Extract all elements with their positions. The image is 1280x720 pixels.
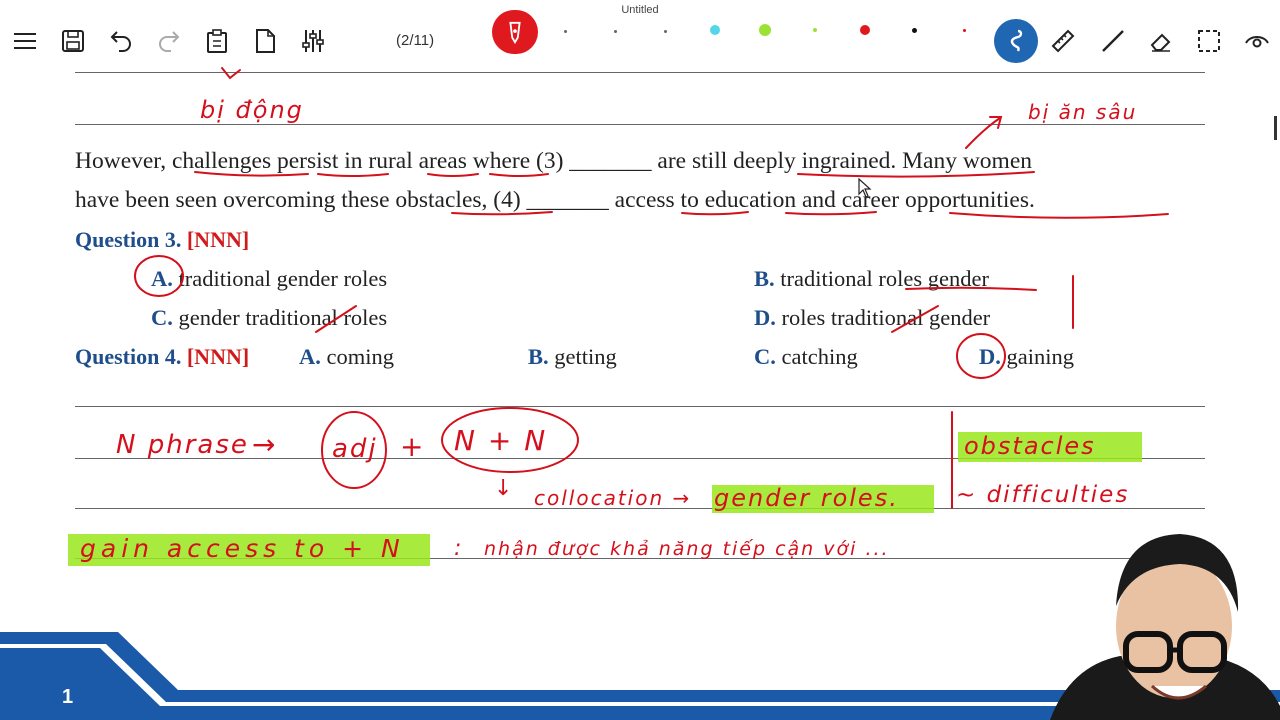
q4-option-b[interactable]: B. getting <box>528 344 617 370</box>
note-obstacles: obstacles <box>964 432 1096 460</box>
q4-option-d[interactable]: D. gaining <box>979 344 1074 370</box>
note-collocation: collocation → <box>534 486 692 510</box>
option-text: traditional roles gender <box>780 266 989 291</box>
option-letter: A. <box>299 344 321 369</box>
option-letter: B. <box>528 344 549 369</box>
window-title: Untitled <box>621 4 659 16</box>
option-text: gaining <box>1006 344 1075 369</box>
scrollbar[interactable] <box>1274 116 1277 140</box>
ruler-icon[interactable] <box>1048 26 1078 56</box>
note-meaning: nhận được khả năng tiếp cận với ... <box>484 538 890 560</box>
option-letter: D. <box>979 344 1001 369</box>
q4-option-c[interactable]: C. catching <box>754 344 858 370</box>
webcam-presenter <box>1050 534 1280 720</box>
line-icon[interactable] <box>1098 26 1128 56</box>
eraser-icon[interactable] <box>1146 26 1176 56</box>
ruled-line <box>75 406 1205 407</box>
undo-icon[interactable] <box>106 26 136 56</box>
note-bi-dong: bị động <box>200 96 304 124</box>
redo-icon[interactable] <box>154 26 184 56</box>
paste-icon[interactable] <box>202 26 232 56</box>
page-indicator: (2/11) <box>396 32 435 49</box>
option-letter: A. <box>151 266 173 291</box>
note-gender-roles: gender roles. <box>714 484 899 512</box>
note-arrow: → <box>252 428 278 461</box>
question-3-tag: [NNN] <box>186 227 250 252</box>
save-icon[interactable] <box>58 26 88 56</box>
question-3-label: Question 3. <box>75 227 182 252</box>
option-text: roles traditional gender <box>781 305 991 330</box>
note-gain-access: gain access to + N <box>80 534 405 563</box>
color-black-dot[interactable] <box>912 28 917 33</box>
pen-icon[interactable] <box>492 10 538 54</box>
ruled-line <box>75 72 1205 73</box>
settings-sliders-icon[interactable] <box>298 26 328 56</box>
option-text: coming <box>326 344 395 369</box>
question-4-tag: [NNN] <box>186 344 250 369</box>
color-green-dot[interactable] <box>759 24 771 36</box>
q3-option-a[interactable]: A. traditional gender roles <box>151 266 387 292</box>
question-4-label: Question 4. <box>75 344 182 369</box>
note-plus: + <box>400 430 426 463</box>
color-green-small-dot[interactable] <box>813 28 817 32</box>
option-text: getting <box>554 344 617 369</box>
option-text: catching <box>781 344 858 369</box>
passage-line-1: However, challenges persist in rural are… <box>75 148 1033 174</box>
note-difficulties: ~ difficulties <box>956 482 1130 508</box>
q3-option-d[interactable]: D. roles traditional gender <box>754 305 990 331</box>
lasso-icon[interactable] <box>994 19 1038 63</box>
color-red-dot[interactable] <box>860 25 870 35</box>
view-icon[interactable] <box>1242 26 1272 56</box>
q4-option-a[interactable]: A. coming <box>299 344 394 370</box>
option-letter: C. <box>754 344 776 369</box>
menu-icon[interactable] <box>10 26 40 56</box>
question-3-heading: Question 3. [NNN] <box>75 227 249 253</box>
ruled-line <box>75 124 1205 125</box>
q3-option-b[interactable]: B. traditional roles gender <box>754 266 989 292</box>
question-4-heading: Question 4. [NNN] <box>75 344 249 370</box>
toolbar: Untitled (2/11) <box>0 0 1280 72</box>
note-down-arrow: ↓ <box>494 476 515 501</box>
page-number: 1 <box>62 686 74 708</box>
option-text: gender traditional roles <box>178 305 388 330</box>
mouse-cursor-icon <box>858 178 872 198</box>
color-dot[interactable] <box>664 30 667 33</box>
note-bi-an-sau: bị ăn sâu <box>1028 100 1138 124</box>
option-letter: C. <box>151 305 173 330</box>
passage-line-2: have been seen overcoming these obstacle… <box>75 187 1035 213</box>
option-letter: B. <box>754 266 775 291</box>
option-text: traditional gender roles <box>178 266 388 291</box>
color-cyan-dot[interactable] <box>710 25 720 35</box>
note-colon: : <box>454 536 464 561</box>
q3-option-c[interactable]: C. gender traditional roles <box>151 305 387 331</box>
new-page-icon[interactable] <box>250 26 280 56</box>
selection-icon[interactable] <box>1194 26 1224 56</box>
color-dot[interactable] <box>963 29 966 32</box>
option-letter: D. <box>754 305 776 330</box>
note-n-phrase: N phrase <box>116 430 249 460</box>
color-dot[interactable] <box>564 30 567 33</box>
color-dot[interactable] <box>614 30 617 33</box>
note-n-plus-n: N + N <box>454 424 548 457</box>
note-adj: adj <box>332 434 378 464</box>
